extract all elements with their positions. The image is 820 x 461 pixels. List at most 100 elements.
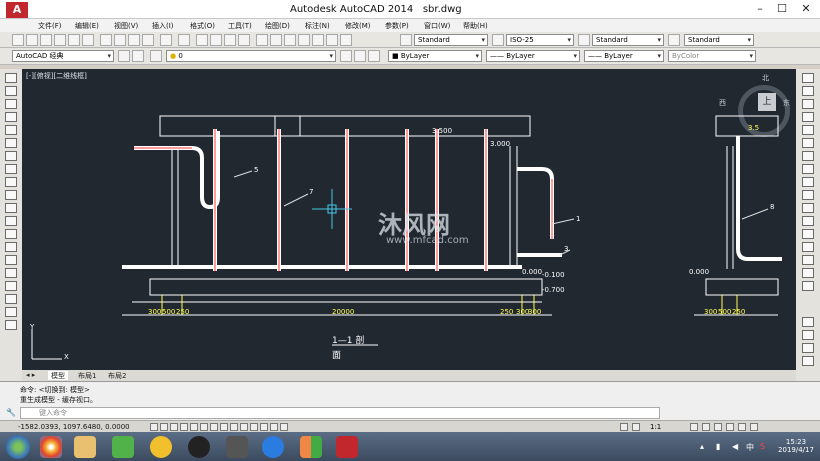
- chamfer-icon[interactable]: [802, 242, 814, 252]
- tool-palettes-icon[interactable]: [284, 34, 296, 46]
- markup-icon[interactable]: [312, 34, 324, 46]
- tray-arrow-icon[interactable]: ▴: [700, 442, 704, 451]
- volume-icon[interactable]: ◀: [732, 442, 738, 451]
- open-icon[interactable]: [26, 34, 38, 46]
- save-icon[interactable]: [40, 34, 52, 46]
- tab-layout2[interactable]: 布局2: [108, 371, 126, 380]
- object-snap-icon[interactable]: [200, 423, 208, 431]
- undo-icon[interactable]: [160, 34, 172, 46]
- system-clock[interactable]: 15:23 2019/4/17: [774, 438, 818, 454]
- scale-icon[interactable]: [802, 164, 814, 174]
- redo-icon[interactable]: [178, 34, 190, 46]
- tab-layout1[interactable]: 布局1: [78, 371, 96, 380]
- arc-icon[interactable]: [5, 138, 17, 148]
- bring-front-icon[interactable]: [802, 330, 814, 340]
- properties-icon[interactable]: [256, 34, 268, 46]
- sogou-icon[interactable]: S: [760, 442, 765, 451]
- blend-icon[interactable]: [802, 268, 814, 278]
- snap-mode-icon[interactable]: [160, 423, 168, 431]
- join-icon[interactable]: [802, 229, 814, 239]
- quickcalc-icon[interactable]: [326, 34, 338, 46]
- table-style-select[interactable]: Standard: [592, 34, 664, 46]
- otrack-icon[interactable]: [220, 423, 228, 431]
- layer-select[interactable]: ● 0: [166, 50, 336, 62]
- point-icon[interactable]: [5, 242, 17, 252]
- extend-icon[interactable]: [802, 203, 814, 213]
- ellipse-icon[interactable]: [5, 190, 17, 200]
- add-selected-icon[interactable]: [5, 320, 17, 330]
- app-icon[interactable]: [226, 436, 248, 458]
- autocad-taskbar-icon[interactable]: [336, 436, 358, 458]
- wechat-icon[interactable]: [112, 436, 134, 458]
- transparency-icon[interactable]: [260, 423, 268, 431]
- ortho-mode-icon[interactable]: [180, 423, 188, 431]
- region-icon[interactable]: [5, 281, 17, 291]
- move-icon[interactable]: [802, 138, 814, 148]
- gradient-icon[interactable]: [5, 268, 17, 278]
- autocad-logo-icon[interactable]: A: [6, 2, 28, 18]
- copy-icon[interactable]: [114, 34, 126, 46]
- menu-tools[interactable]: 工具(T): [228, 21, 252, 31]
- lineweight-toggle-icon[interactable]: [250, 423, 258, 431]
- ime-indicator[interactable]: 中: [746, 442, 754, 453]
- circle-icon[interactable]: [5, 151, 17, 161]
- selection-cycling-icon[interactable]: [280, 423, 288, 431]
- mtext-icon[interactable]: [5, 307, 17, 317]
- design-center-icon[interactable]: [270, 34, 282, 46]
- rotate-icon[interactable]: [802, 151, 814, 161]
- polygon-icon[interactable]: [5, 112, 17, 122]
- tab-model[interactable]: 模型: [48, 371, 68, 380]
- file-explorer-icon[interactable]: [74, 436, 96, 458]
- clean-screen-icon[interactable]: [750, 423, 758, 431]
- color-select[interactable]: ■ ByLayer: [388, 50, 482, 62]
- trim-icon[interactable]: [802, 190, 814, 200]
- construction-line-icon[interactable]: [5, 86, 17, 96]
- make-block-icon[interactable]: [5, 229, 17, 239]
- new-icon[interactable]: [12, 34, 24, 46]
- polar-tracking-icon[interactable]: [190, 423, 198, 431]
- browser-icon[interactable]: [40, 436, 62, 458]
- preview-icon[interactable]: [68, 34, 80, 46]
- layer-manager-icon[interactable]: [150, 50, 162, 62]
- network-icon[interactable]: ▮: [716, 442, 720, 451]
- close-icon[interactable]: ✕: [796, 2, 816, 16]
- coordinate-readout[interactable]: -1582.0393, 1097.6480, 0.0000: [18, 423, 130, 431]
- lock-icon[interactable]: [714, 423, 722, 431]
- quick-view-icon[interactable]: [632, 423, 640, 431]
- text-style-icon[interactable]: [400, 34, 412, 46]
- revcloud-icon[interactable]: [5, 164, 17, 174]
- copy-object-icon[interactable]: [802, 86, 814, 96]
- text-style-select[interactable]: Standard: [414, 34, 488, 46]
- layer-previous-icon[interactable]: [354, 50, 366, 62]
- cut-icon[interactable]: [100, 34, 112, 46]
- workspace-select[interactable]: AutoCAD 经典: [12, 50, 114, 62]
- text-front-icon[interactable]: [802, 356, 814, 366]
- mirror-icon[interactable]: [802, 99, 814, 109]
- erase-icon[interactable]: [802, 73, 814, 83]
- sheet-set-icon[interactable]: [298, 34, 310, 46]
- hatch-icon[interactable]: [5, 255, 17, 265]
- wrench-icon[interactable]: 🔧: [6, 408, 16, 417]
- hardware-accel-icon[interactable]: [726, 423, 734, 431]
- help-icon[interactable]: [340, 34, 352, 46]
- table-icon[interactable]: [5, 294, 17, 304]
- insert-block-icon[interactable]: [5, 216, 17, 226]
- make-current-layer-icon[interactable]: [340, 50, 352, 62]
- spline-icon[interactable]: [5, 177, 17, 187]
- menu-format[interactable]: 格式(O): [190, 21, 215, 31]
- array-icon[interactable]: [802, 125, 814, 135]
- menu-file[interactable]: 文件(F): [38, 21, 62, 31]
- linetype-select[interactable]: —— ByLayer: [486, 50, 580, 62]
- explode-icon[interactable]: [802, 281, 814, 291]
- zoom-previous-icon[interactable]: [238, 34, 250, 46]
- polyline-icon[interactable]: [5, 99, 17, 109]
- table-style-icon[interactable]: [578, 34, 590, 46]
- quick-properties-icon[interactable]: [270, 423, 278, 431]
- menu-parametric[interactable]: 参数(P): [385, 21, 409, 31]
- baidu-netdisk-icon[interactable]: [262, 436, 284, 458]
- menu-dimension[interactable]: 标注(N): [305, 21, 330, 31]
- stretch-icon[interactable]: [802, 177, 814, 187]
- workspace-switch-icon[interactable]: [702, 423, 710, 431]
- isolate-objects-icon[interactable]: [738, 423, 746, 431]
- 3d-osnap-icon[interactable]: [210, 423, 218, 431]
